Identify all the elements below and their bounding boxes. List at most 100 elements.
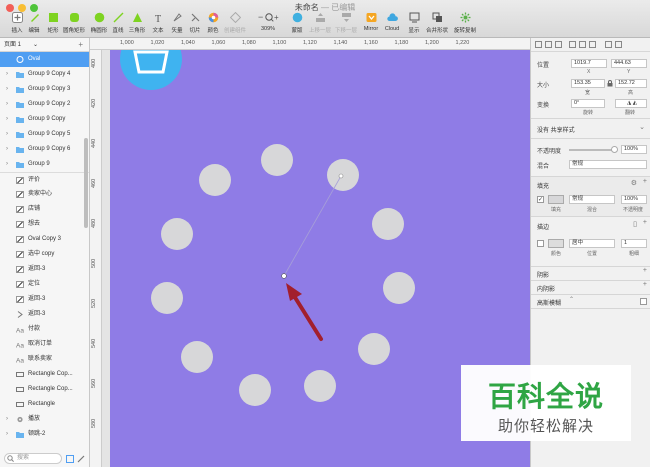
flip-horizontal-icon[interactable]: ◮ bbox=[627, 100, 631, 106]
shadow-section[interactable]: 阴影 + bbox=[531, 266, 650, 280]
disclosure-chevron-icon[interactable]: › bbox=[6, 127, 8, 142]
blend-mode-select[interactable]: 常规 bbox=[569, 160, 647, 169]
layer-row[interactable]: › Group 9 Copy 4 bbox=[0, 67, 89, 82]
fill-checkbox[interactable]: ✓ bbox=[537, 196, 544, 203]
add-inner-shadow-icon[interactable]: + bbox=[643, 281, 647, 288]
add-fill-icon[interactable]: + bbox=[643, 178, 647, 185]
layer-row[interactable]: Rectangle Cop... bbox=[0, 367, 89, 382]
blend-mode-value: 常规 bbox=[572, 161, 584, 167]
shared-style-section[interactable]: 没有 共享样式 ⌄ bbox=[531, 118, 650, 138]
toolbar-component-button[interactable]: 创建组件 bbox=[222, 12, 248, 37]
gear-icon[interactable]: ⚙ bbox=[631, 179, 637, 187]
layer-row[interactable]: › Group 9 Copy 3 bbox=[0, 82, 89, 97]
border-checkbox[interactable] bbox=[537, 240, 544, 247]
position-y-field[interactable]: 444.63 bbox=[611, 59, 647, 68]
layer-row[interactable]: › Group 9 Copy 6 bbox=[0, 142, 89, 157]
blur-checkbox[interactable] bbox=[640, 298, 647, 305]
shared-style-select[interactable]: 没有 共享样式 bbox=[537, 125, 575, 134]
layer-row[interactable]: 想去 bbox=[0, 217, 89, 232]
distribute-h-icon[interactable] bbox=[605, 41, 612, 48]
add-page-icon[interactable]: + bbox=[78, 38, 83, 52]
disclosure-chevron-icon[interactable]: › bbox=[6, 97, 8, 112]
layer-row[interactable]: › Group 9 Copy 2 bbox=[0, 97, 89, 112]
document-name: 未命名 bbox=[294, 3, 319, 12]
add-border-icon[interactable]: + bbox=[643, 219, 647, 226]
flip-vertical-icon[interactable]: ◭ bbox=[633, 100, 637, 106]
height-field[interactable]: 152.72 bbox=[615, 79, 647, 88]
disclosure-chevron-icon[interactable]: › bbox=[6, 427, 8, 442]
disclosure-chevron-icon[interactable]: › bbox=[6, 157, 8, 172]
edit-layer-icon[interactable] bbox=[77, 455, 85, 463]
inner-shadow-section[interactable]: 内阴影 + bbox=[531, 280, 650, 294]
lock-icon[interactable] bbox=[607, 80, 613, 87]
disclosure-chevron-icon[interactable]: › bbox=[6, 112, 8, 127]
layer-row[interactable]: 评价 bbox=[0, 172, 89, 187]
disclosure-chevron-icon[interactable]: › bbox=[6, 142, 8, 157]
svg-text:−: − bbox=[258, 12, 263, 22]
layer-row[interactable]: › 播放 bbox=[0, 412, 89, 427]
page-selector[interactable]: 页面 1 ⌄ + bbox=[0, 38, 89, 52]
svg-text:Aa: Aa bbox=[16, 328, 24, 334]
red-arrow-head bbox=[286, 283, 302, 301]
width-field[interactable]: 153.35 bbox=[571, 79, 605, 88]
distribute-v-icon[interactable] bbox=[615, 41, 622, 48]
disclosure-chevron-icon[interactable]: › bbox=[6, 412, 8, 427]
opacity-slider-knob[interactable] bbox=[611, 146, 618, 153]
align-right-icon[interactable] bbox=[555, 41, 562, 48]
border-color-swatch[interactable] bbox=[548, 239, 564, 248]
layer-row[interactable]: 返回-3 bbox=[0, 292, 89, 307]
border-position-select[interactable]: 居中 bbox=[569, 239, 615, 248]
disclosure-chevron-icon[interactable]: › bbox=[6, 67, 8, 82]
layer-scrollbar[interactable] bbox=[84, 138, 88, 228]
layer-row[interactable]: 返回-3 bbox=[0, 307, 89, 322]
layer-row[interactable]: 卖家中心 bbox=[0, 187, 89, 202]
toolbar-move-up-button[interactable]: 上移一层 bbox=[307, 12, 333, 37]
search-icon bbox=[7, 455, 14, 462]
fill-title: 填充 bbox=[537, 184, 550, 190]
layer-row[interactable]: 定位 bbox=[0, 277, 89, 292]
fill-opacity-field[interactable]: 100% bbox=[621, 195, 647, 204]
filter-icon[interactable] bbox=[66, 455, 74, 463]
layer-row[interactable]: Aa 付款 bbox=[0, 322, 89, 337]
position-x-field[interactable]: 1019.7 bbox=[571, 59, 607, 68]
layer-row[interactable]: 店铺 bbox=[0, 202, 89, 217]
toolbar-rounded-rectangle-button[interactable]: 圆角矩形 bbox=[61, 12, 87, 37]
layer-row[interactable]: Rectangle Cop... bbox=[0, 382, 89, 397]
layer-row[interactable]: › Group 9 Copy 5 bbox=[0, 127, 89, 142]
toolbar-move-down-button[interactable]: 下移一层 bbox=[333, 12, 359, 37]
align-center-icon[interactable] bbox=[545, 41, 552, 48]
zoom-level: 309% bbox=[260, 26, 276, 32]
fill-color-swatch[interactable] bbox=[548, 195, 564, 204]
layer-row[interactable]: Aa 联系卖家 bbox=[0, 352, 89, 367]
align-left-icon[interactable] bbox=[535, 41, 542, 48]
layer-row[interactable]: › Group 9 bbox=[0, 157, 89, 172]
disclosure-chevron-icon[interactable]: › bbox=[6, 82, 8, 97]
trash-icon[interactable]: ▯ bbox=[633, 220, 637, 228]
layer-row[interactable]: › 顿跳-2 bbox=[0, 427, 89, 442]
blur-section[interactable]: 高斯模糊 ⌃ bbox=[531, 294, 650, 308]
align-bottom-icon[interactable] bbox=[589, 41, 596, 48]
fill-blend-select[interactable]: 常规 bbox=[569, 195, 615, 204]
add-shadow-icon[interactable]: + bbox=[643, 267, 647, 274]
toolbar-rotate-copy-button[interactable]: 旋转复制 bbox=[452, 12, 478, 37]
ruler-tick-label: 1,080 bbox=[242, 40, 256, 46]
opacity-field[interactable]: 100% bbox=[621, 145, 647, 154]
layer-row[interactable]: Oval Copy 3 bbox=[0, 232, 89, 247]
layer-name: 选中 copy bbox=[28, 251, 55, 257]
rotation-caption: 旋转 bbox=[583, 110, 594, 116]
layer-row[interactable]: 选中 copy bbox=[0, 247, 89, 262]
toolbar-zoom-button[interactable]: − + bbox=[256, 12, 282, 37]
layer-row[interactable]: Rectangle bbox=[0, 397, 89, 412]
opacity-slider[interactable] bbox=[569, 146, 618, 153]
layer-row[interactable]: 返回-3 bbox=[0, 262, 89, 277]
layer-row[interactable]: Oval bbox=[0, 52, 89, 67]
align-top-icon[interactable] bbox=[569, 41, 576, 48]
flip-buttons[interactable]: ◮ ◭ bbox=[615, 99, 647, 108]
toolbar-combine-shape-button[interactable]: 合并形状 bbox=[424, 12, 450, 37]
align-middle-icon[interactable] bbox=[579, 41, 586, 48]
border-width-field[interactable]: 1 bbox=[621, 239, 647, 248]
ruler-tick-label: 540 bbox=[91, 338, 97, 348]
layer-row[interactable]: › Group 9 Copy bbox=[0, 112, 89, 127]
rotation-field[interactable]: 0° bbox=[571, 99, 605, 108]
layer-row[interactable]: Aa 取消订单 bbox=[0, 337, 89, 352]
